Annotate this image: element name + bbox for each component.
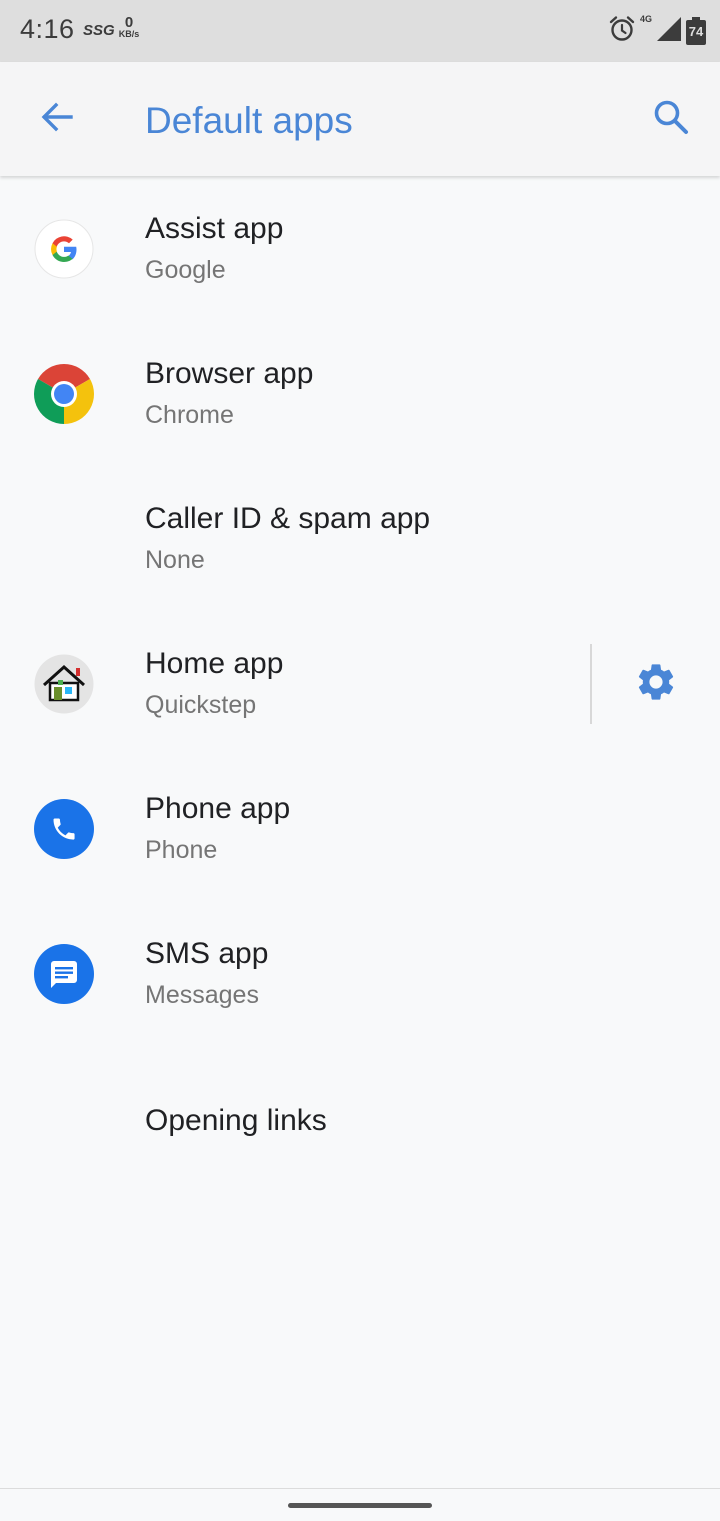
home-launcher-icon [34, 654, 94, 714]
battery-level: 74 [688, 24, 704, 39]
chrome-icon [34, 364, 94, 424]
vertical-divider [590, 644, 592, 724]
search-button[interactable] [642, 90, 700, 148]
navigation-bar [0, 1488, 720, 1521]
list-item-assist-app[interactable]: Assist app Google [0, 176, 720, 321]
carrier-label: SSG [83, 22, 115, 39]
list-item-sms-app[interactable]: SMS app Messages [0, 901, 720, 1046]
default-apps-list: Assist app Google Browser app Chrome Cal… [0, 176, 720, 1191]
search-icon [652, 98, 690, 141]
list-item-subtitle: Messages [145, 981, 259, 1009]
list-item-title: Caller ID & spam app [145, 502, 431, 535]
list-item-home-app[interactable]: Home app Quickstep [0, 611, 720, 756]
home-app-settings-button[interactable] [626, 659, 686, 709]
list-item-title: Browser app [145, 357, 314, 390]
list-item-subtitle: Chrome [145, 401, 234, 429]
list-item-subtitle: Quickstep [145, 691, 257, 719]
status-time: 4:16 [20, 14, 75, 44]
list-item-browser-app[interactable]: Browser app Chrome [0, 321, 720, 466]
alarm-icon [608, 15, 636, 48]
gear-icon [634, 660, 678, 709]
status-icons: 4G 74 [608, 14, 706, 48]
network-speed: 0 KB/s [114, 15, 144, 39]
arrow-back-icon [39, 99, 75, 140]
battery-icon: 74 [686, 17, 706, 45]
list-item-phone-app[interactable]: Phone app Phone [0, 756, 720, 901]
list-item-title: Home app [145, 647, 284, 680]
list-item-title: SMS app [145, 937, 269, 970]
list-item-subtitle: Google [145, 256, 226, 284]
list-item-caller-id-app[interactable]: Caller ID & spam app None [0, 466, 720, 611]
network-type: 4G [639, 14, 652, 24]
network-speed-value: 0 [124, 14, 134, 31]
list-item-title: Phone app [145, 792, 291, 825]
status-bar: 4:16 SSG 0 KB/s 4G 74 [0, 0, 720, 62]
back-button[interactable] [30, 92, 84, 146]
list-item-title: Opening links [145, 1104, 327, 1137]
google-icon [34, 219, 94, 279]
list-item-opening-links[interactable]: Opening links [0, 1046, 720, 1191]
list-item-title: Assist app [145, 212, 284, 245]
messages-icon [34, 944, 94, 1004]
home-gesture-handle[interactable] [288, 1503, 432, 1508]
page-title: Default apps [145, 100, 353, 141]
list-item-subtitle: None [145, 546, 205, 574]
list-item-subtitle: Phone [145, 836, 218, 864]
phone-icon [34, 799, 94, 859]
app-bar: Default apps [0, 62, 720, 176]
network-speed-unit: KB/s [118, 29, 140, 39]
signal-icon [656, 16, 682, 47]
